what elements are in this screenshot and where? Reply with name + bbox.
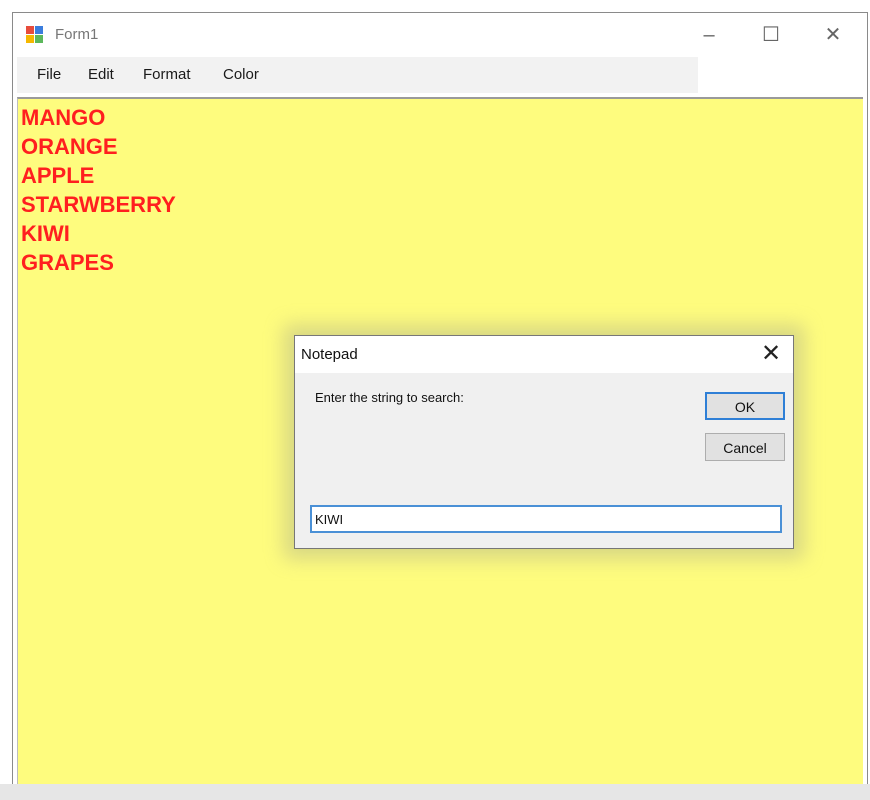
menu-color[interactable]: Color <box>223 66 259 83</box>
search-dialog: Notepad ✕ Enter the string to search: OK… <box>294 335 794 549</box>
windows-form-icon <box>26 26 44 44</box>
text-line: KIWI <box>21 221 70 246</box>
menu-bar: File Edit Format Color <box>17 57 698 93</box>
text-line: MANGO <box>21 105 106 130</box>
close-button[interactable]: ✕ <box>805 13 861 57</box>
maximize-button[interactable]: ☐ <box>743 13 799 57</box>
window-title: Form1 <box>55 26 99 43</box>
dialog-title: Notepad <box>301 346 358 363</box>
text-line: APPLE <box>21 163 95 188</box>
minimize-button[interactable]: – <box>681 13 737 57</box>
title-bar[interactable]: Form1 – ☐ ✕ <box>13 13 867 57</box>
menu-format[interactable]: Format <box>143 66 191 83</box>
menu-edit[interactable]: Edit <box>88 66 114 83</box>
bottom-edge <box>0 784 870 800</box>
text-line: GRAPES <box>21 250 114 275</box>
search-input[interactable] <box>310 505 782 533</box>
ok-button[interactable]: OK <box>705 392 785 420</box>
menu-file[interactable]: File <box>37 66 61 83</box>
dialog-title-bar[interactable]: Notepad ✕ <box>295 336 793 373</box>
text-line: ORANGE <box>21 134 118 159</box>
search-prompt-label: Enter the string to search: <box>315 390 464 405</box>
text-line: STARWBERRY <box>21 192 176 217</box>
close-icon[interactable]: ✕ <box>757 339 785 369</box>
cancel-button[interactable]: Cancel <box>705 433 785 461</box>
